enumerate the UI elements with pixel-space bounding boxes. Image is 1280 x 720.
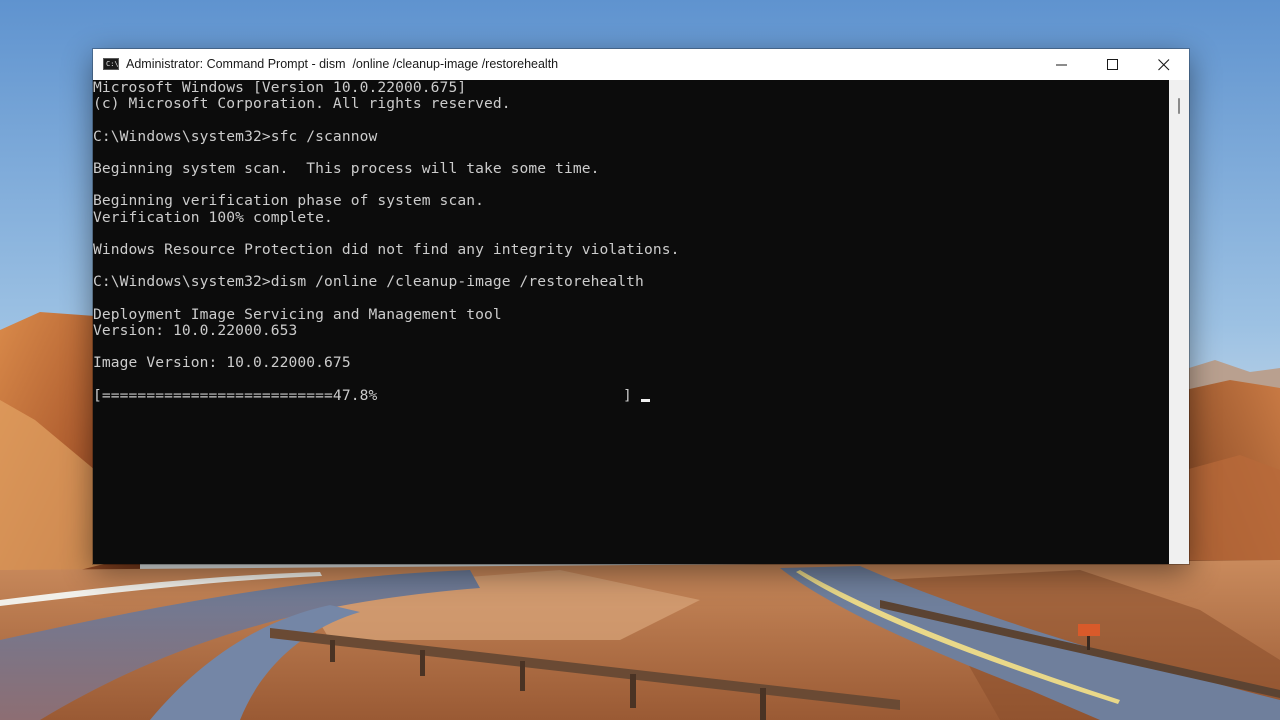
window-title: Administrator: Command Prompt - dism /on… — [126, 57, 559, 71]
console-line: Beginning verification phase of system s… — [93, 192, 484, 210]
close-button[interactable] — [1138, 49, 1189, 80]
console-line: (c) Microsoft Corporation. All rights re… — [93, 95, 511, 113]
scrollbar-thumb[interactable] — [1178, 98, 1180, 114]
command-prompt-window[interactable]: C:\ Administrator: Command Prompt - dism… — [93, 49, 1189, 564]
console-line: Image Version: 10.0.22000.675 — [93, 354, 351, 372]
console-line: Beginning system scan. This process will… — [93, 160, 600, 177]
console-line: Version: 10.0.22000.653 — [93, 322, 298, 339]
console-line: Verification 100% complete. — [93, 208, 333, 226]
minimize-button[interactable] — [1036, 49, 1087, 80]
console-line: [==========================47.8% — [93, 386, 378, 404]
console-line: Microsoft Windows [Version 10.0.22000.67… — [93, 80, 467, 96]
prompt-glyph: C:\ — [106, 60, 119, 68]
console-line: Windows Resource Protection did not find… — [93, 241, 680, 258]
console-output[interactable]: Microsoft Windows [Version 10.0.22000.67… — [93, 80, 1169, 564]
progress-bar-end: ] — [623, 387, 632, 404]
close-icon — [1158, 59, 1170, 71]
text-cursor — [641, 399, 650, 402]
console-line: Deployment Image Servicing and Managemen… — [93, 305, 502, 323]
vertical-scrollbar[interactable] — [1169, 80, 1189, 564]
command-prompt-icon[interactable]: C:\ — [103, 58, 119, 70]
console-line: C:\Windows\system32>dism /online /cleanu… — [93, 273, 644, 291]
maximize-icon — [1107, 59, 1118, 70]
title-bar[interactable]: C:\ Administrator: Command Prompt - dism… — [93, 49, 1189, 80]
minimize-icon — [1056, 64, 1067, 66]
maximize-button[interactable] — [1087, 49, 1138, 80]
console-line: C:\Windows\system32>sfc /scannow — [93, 127, 378, 145]
